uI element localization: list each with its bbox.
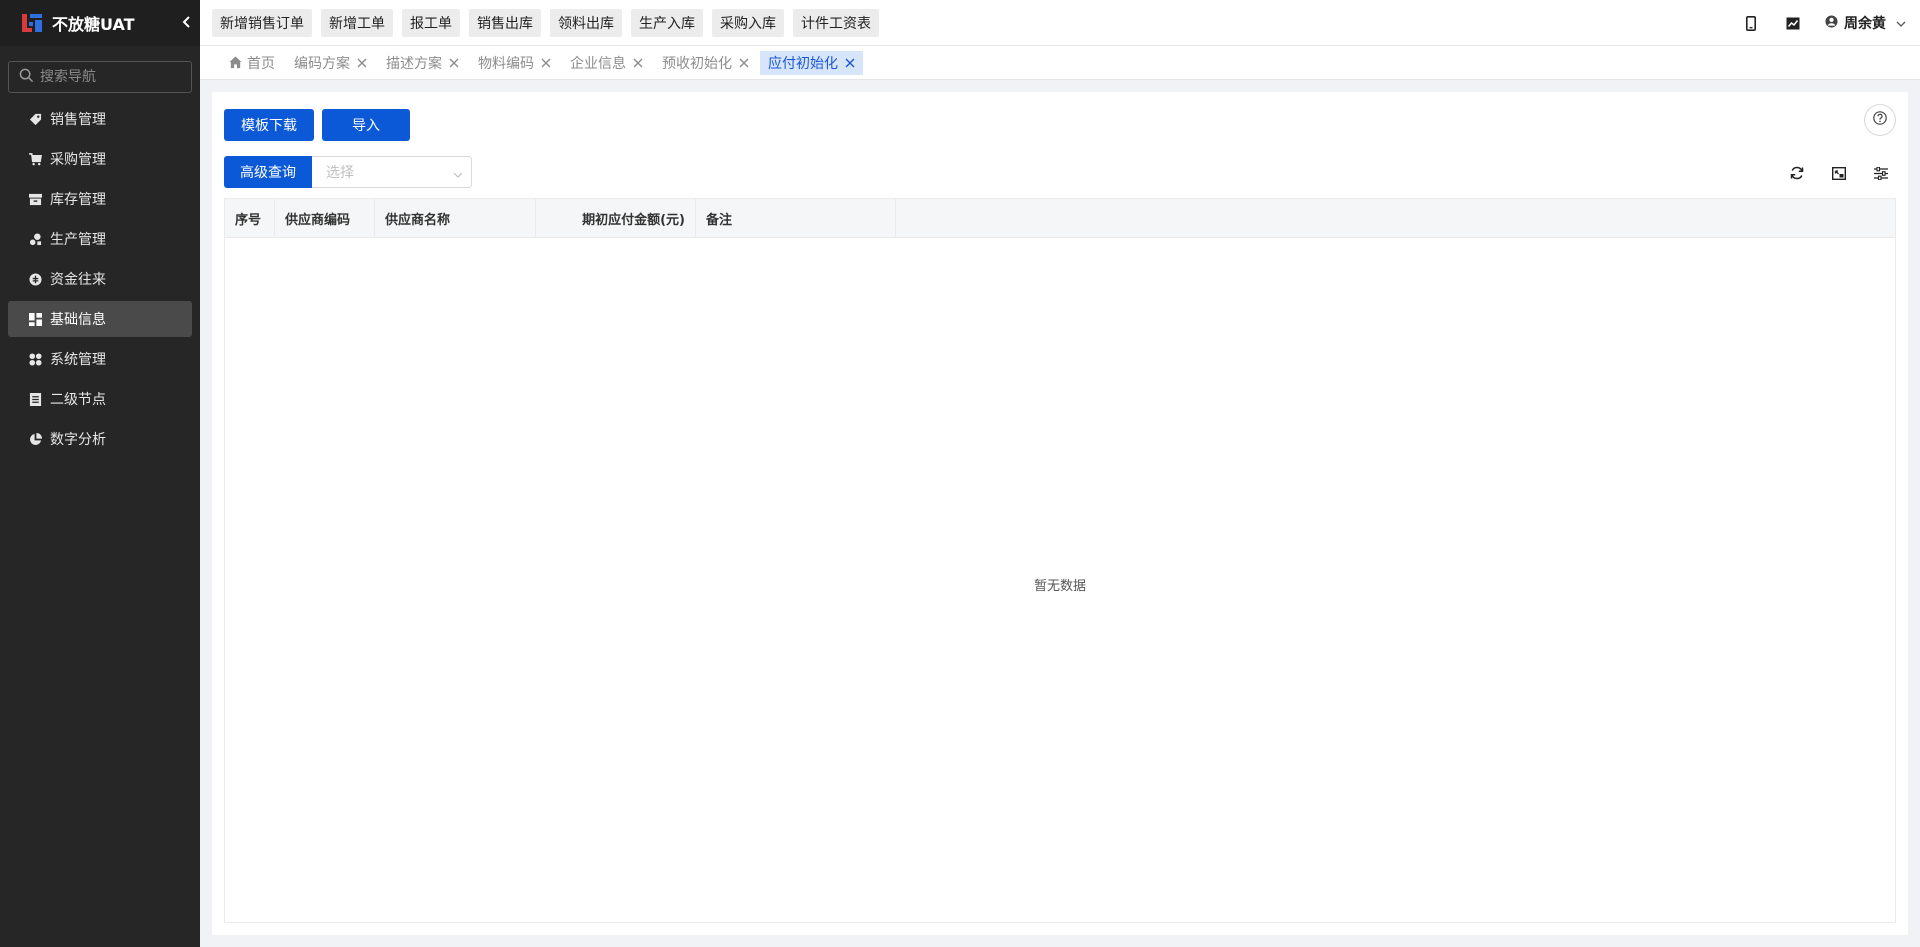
user-avatar-icon: [1825, 14, 1838, 32]
table-header: 序号 供应商编码 供应商名称 期初应付金额(元) 备注: [225, 199, 1895, 238]
dashboard-icon: [28, 312, 42, 326]
app-title: 不放糖UAT: [52, 15, 135, 34]
column-settings-icon[interactable]: [1873, 165, 1889, 181]
column-header-supplier-code: 供应商编码: [275, 199, 375, 237]
close-icon[interactable]: [449, 58, 459, 68]
sidebar-search[interactable]: [8, 61, 192, 93]
tab-label: 预收初始化: [662, 55, 732, 72]
close-icon[interactable]: [357, 58, 367, 68]
top-bar: 新增销售订单 新增工单 报工单 销售出库 领料出库 生产入库 采购入库 计件工资…: [200, 0, 1920, 46]
inventory-icon: [28, 192, 42, 206]
cart-icon: [28, 152, 42, 166]
sidebar-item-label: 二级节点: [50, 392, 106, 408]
production-icon: [28, 232, 42, 246]
advanced-query-button[interactable]: 高级查询: [224, 156, 312, 188]
quick-sales-outbound-button[interactable]: 销售出库: [469, 8, 541, 37]
quick-material-outbound-button[interactable]: 领料出库: [550, 8, 622, 37]
sidebar-item-analytics[interactable]: 数字分析: [8, 421, 192, 457]
quick-piecework-wage-button[interactable]: 计件工资表: [793, 8, 879, 37]
top-right-actions: 周余黄: [1717, 0, 1906, 46]
quick-new-work-order-button[interactable]: 新增工单: [321, 8, 393, 37]
chevron-down-icon: [453, 168, 463, 178]
sidebar-item-purchase[interactable]: 采购管理: [8, 141, 192, 177]
close-icon[interactable]: [541, 58, 551, 68]
column-header-opening-payable: 期初应付金额(元): [536, 199, 696, 237]
tab-company-info[interactable]: 企业信息: [562, 51, 651, 75]
tab-advance-receipt-init[interactable]: 预收初始化: [654, 51, 757, 75]
sidebar-item-funds[interactable]: 资金往来: [8, 261, 192, 297]
collapse-sidebar-icon[interactable]: [178, 14, 194, 30]
select-placeholder: 选择: [326, 165, 354, 181]
sidebar-item-secondary-node[interactable]: 二级节点: [8, 381, 192, 417]
document-icon: [28, 392, 42, 406]
chart-window-icon[interactable]: [1785, 15, 1801, 31]
close-icon[interactable]: [739, 58, 749, 68]
tab-label: 首页: [247, 55, 275, 72]
quick-purchase-inbound-button[interactable]: 采购入库: [712, 8, 784, 37]
fund-icon: [28, 272, 42, 286]
tab-label: 编码方案: [294, 55, 350, 72]
sidebar: 不放糖UAT 销售管理 采购管理 库存管理 生产管理 资金往来: [0, 0, 200, 947]
chevron-down-icon: [1896, 15, 1906, 31]
help-icon: [1873, 111, 1887, 129]
fullscreen-icon[interactable]: [1831, 165, 1847, 181]
sidebar-item-label: 系统管理: [50, 352, 106, 368]
empty-state-text: 暂无数据: [1033, 579, 1086, 594]
sidebar-item-system[interactable]: 系统管理: [8, 341, 192, 377]
refresh-icon[interactable]: [1789, 165, 1805, 181]
main-panel: 模板下载 导入 高级查询 选择 序号 供应商编码 供应商名称 期初应付金额(元)…: [212, 92, 1908, 935]
sidebar-item-inventory[interactable]: 库存管理: [8, 181, 192, 217]
tab-label: 物料编码: [478, 55, 534, 72]
quick-new-sales-order-button[interactable]: 新增销售订单: [212, 8, 312, 37]
brand-logo-icon: [20, 11, 44, 35]
sidebar-nav: 销售管理 采购管理 库存管理 生产管理 资金往来 基础信息 系统管理 二级节点: [0, 101, 200, 457]
tab-label: 应付初始化: [768, 55, 838, 72]
user-name: 周余黄: [1844, 16, 1886, 32]
mobile-icon[interactable]: [1743, 15, 1759, 31]
sidebar-item-label: 采购管理: [50, 152, 106, 168]
quick-production-inbound-button[interactable]: 生产入库: [631, 8, 703, 37]
column-header-index: 序号: [225, 199, 275, 237]
user-menu[interactable]: 周余黄: [1825, 13, 1906, 33]
column-header-remark: 备注: [696, 199, 896, 237]
tab-home[interactable]: 首页: [221, 51, 283, 75]
template-download-button[interactable]: 模板下载: [224, 109, 314, 141]
column-header-filler: [896, 199, 1895, 237]
sidebar-item-label: 库存管理: [50, 192, 106, 208]
quick-work-report-button[interactable]: 报工单: [402, 8, 460, 37]
sidebar-item-label: 基础信息: [50, 312, 106, 328]
close-icon[interactable]: [845, 58, 855, 68]
tab-description-scheme[interactable]: 描述方案: [378, 51, 467, 75]
tab-coding-scheme[interactable]: 编码方案: [286, 51, 375, 75]
query-select[interactable]: 选择: [312, 156, 472, 188]
tab-material-code[interactable]: 物料编码: [470, 51, 559, 75]
sidebar-item-label: 生产管理: [50, 232, 106, 248]
close-icon[interactable]: [633, 58, 643, 68]
sidebar-item-label: 资金往来: [50, 272, 106, 288]
sidebar-search-input[interactable]: [40, 69, 180, 85]
sidebar-item-basic-info[interactable]: 基础信息: [8, 301, 192, 337]
pie-chart-icon: [28, 432, 42, 446]
tab-payable-init[interactable]: 应付初始化: [760, 50, 863, 75]
apps-icon: [28, 352, 42, 366]
tab-label: 描述方案: [386, 55, 442, 72]
sidebar-item-sales[interactable]: 销售管理: [8, 101, 192, 137]
help-button[interactable]: [1864, 104, 1896, 136]
search-icon: [19, 68, 34, 87]
column-header-supplier-name: 供应商名称: [375, 199, 536, 237]
tab-label: 企业信息: [570, 55, 626, 72]
tag-icon: [28, 112, 42, 126]
sidebar-item-production[interactable]: 生产管理: [8, 221, 192, 257]
import-button[interactable]: 导入: [322, 109, 410, 141]
home-icon: [229, 56, 242, 69]
sidebar-item-label: 数字分析: [50, 432, 106, 448]
sidebar-item-label: 销售管理: [50, 112, 106, 128]
brand: 不放糖UAT: [0, 0, 200, 46]
page-tabs: 首页 编码方案 描述方案 物料编码 企业信息 预收初始化 应付初始化: [200, 46, 1920, 80]
payable-table: 序号 供应商编码 供应商名称 期初应付金额(元) 备注 暂无数据: [224, 198, 1896, 923]
